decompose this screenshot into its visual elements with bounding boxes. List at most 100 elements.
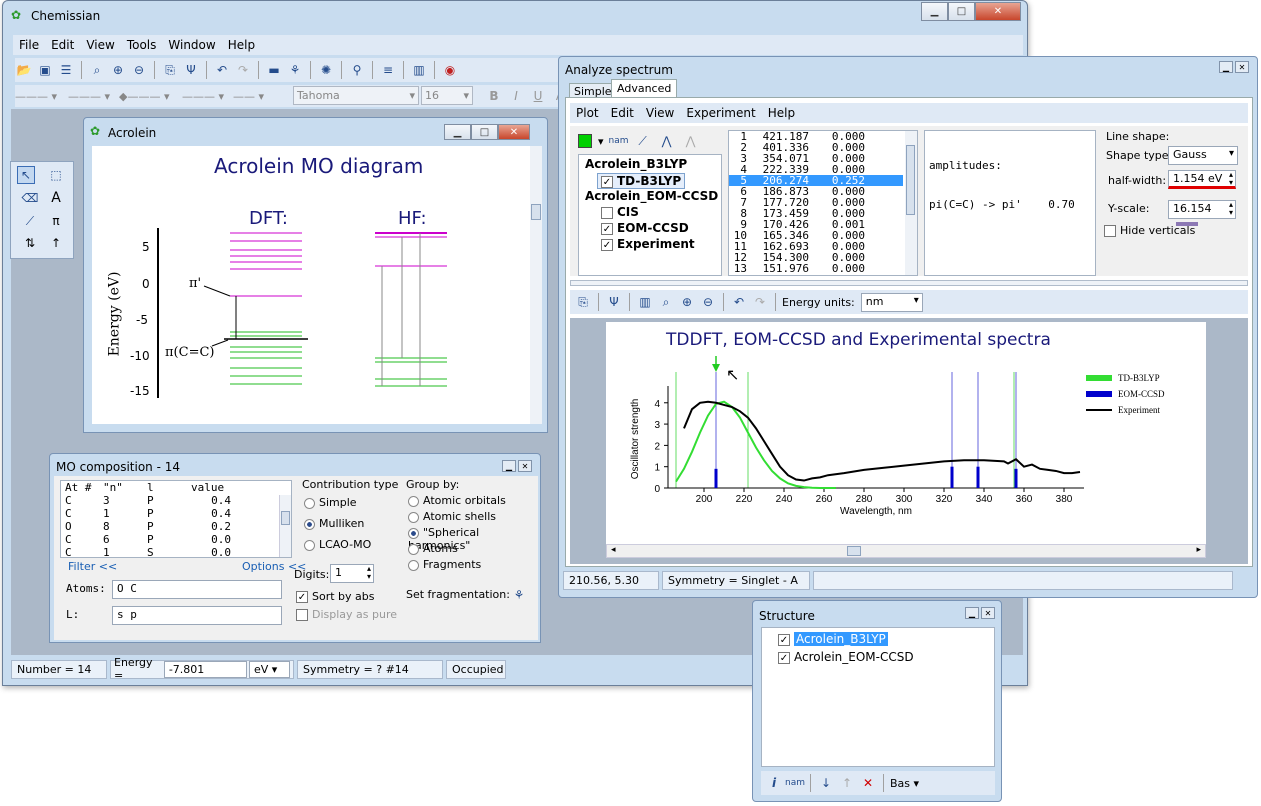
structure-item-b3lyp[interactable]: ✓ Acrolein_B3LYP	[778, 632, 888, 646]
font-name-combo[interactable]: Tahoma ▾	[293, 86, 419, 105]
group-fragments[interactable]: Fragments	[408, 558, 481, 571]
acrolein-minimize-button[interactable]: ▁	[444, 124, 471, 140]
menu-tools[interactable]: Tools	[121, 38, 163, 52]
zoom-out-icon[interactable]: ⊖	[130, 61, 148, 79]
tree-group-b3lyp[interactable]: Acrolein_B3LYP	[585, 157, 687, 171]
group-atoms[interactable]: Atoms	[408, 542, 458, 555]
plot-zoom-out-icon[interactable]: ⊖	[699, 293, 717, 311]
transition-row[interactable]: 12 154.300 0.000	[729, 252, 903, 263]
structure-minimize-button[interactable]: ▁	[965, 607, 979, 619]
menu-view[interactable]: View	[80, 38, 120, 52]
arrow-combo[interactable]: ——— ▾	[182, 90, 230, 103]
structure-name-icon[interactable]: nam	[785, 774, 805, 792]
display-pure-checkbox[interactable]: Display as pure	[296, 608, 397, 621]
sphere-icon[interactable]: ◉	[441, 61, 459, 79]
pointer-icon[interactable]: ↖	[17, 166, 35, 184]
select-rect-icon[interactable]: ⬚	[47, 166, 65, 184]
add-peak-icon[interactable]: ⋀	[658, 132, 676, 150]
minimize-button[interactable]: ▁	[921, 2, 948, 21]
undo-icon[interactable]: ↶	[213, 61, 231, 79]
maximize-button[interactable]: □	[948, 2, 975, 21]
font-size-combo[interactable]: 16 ▾	[421, 86, 473, 105]
half-width-field[interactable]: 1.154 eV ▴ ▾	[1168, 170, 1236, 189]
group-atomic-orbitals[interactable]: Atomic orbitals	[408, 494, 506, 507]
line-icon[interactable]: ⟋	[634, 132, 652, 150]
bold-icon[interactable]: B	[485, 87, 503, 105]
zoom-in-icon[interactable]: ⊕	[109, 61, 127, 79]
tree-item-eom-ccsd[interactable]: ✓ EOM-CCSD	[601, 221, 689, 235]
plot-undo-icon[interactable]: ↶	[730, 293, 748, 311]
analyze-menu-view[interactable]: View	[640, 106, 680, 120]
structure-item-eom[interactable]: ✓ Acrolein_EOM-CCSD	[778, 650, 914, 664]
transition-row[interactable]: 11 162.693 0.000	[729, 241, 903, 252]
atoms-field[interactable]: O C	[112, 580, 282, 599]
analyze-menu-help[interactable]: Help	[762, 106, 801, 120]
bas-button[interactable]: Bas ▾	[890, 777, 919, 790]
transition-row[interactable]: 3 354.071 0.000	[729, 153, 903, 164]
tree-group-eom[interactable]: Acrolein_EOM-CCSD	[585, 189, 718, 203]
tree-item-td-b3lyp[interactable]: ✓ TD-B3LYP	[597, 173, 686, 189]
menu-help[interactable]: Help	[222, 38, 261, 52]
plot-zoom-select-icon[interactable]: ⌕	[657, 293, 675, 311]
mo-table-row[interactable]: C 1 P 0.4	[61, 507, 291, 520]
analyze-menu-plot[interactable]: Plot	[570, 106, 605, 120]
up-arrow-icon[interactable]: ↑	[47, 234, 65, 252]
mo-table-row[interactable]: O 8 P 0.2	[61, 520, 291, 533]
filter-link[interactable]: Filter <<	[68, 560, 117, 573]
l-field[interactable]: s p	[112, 606, 282, 625]
transition-row[interactable]: 1 421.187 0.000	[729, 131, 903, 142]
orbital-icon[interactable]: ✺	[317, 61, 335, 79]
mo-table-scrollbar[interactable]	[279, 495, 291, 557]
delete-icon[interactable]: ✕	[859, 774, 877, 792]
fragmentation-icon[interactable]: ⚘	[510, 586, 528, 604]
transition-row[interactable]: 9 170.426 0.001	[729, 219, 903, 230]
plot-redo-icon[interactable]: ↷	[751, 293, 769, 311]
plot-copy-icon[interactable]: ⎘	[574, 293, 592, 311]
analyze-close-button[interactable]: ✕	[1235, 61, 1249, 73]
y-scale-field[interactable]: 16.154 ▴ ▾	[1168, 200, 1236, 219]
transitions-scrollbar[interactable]	[905, 131, 917, 275]
menu-edit[interactable]: Edit	[45, 38, 80, 52]
spectrum-icon[interactable]: ▬	[265, 61, 283, 79]
italic-icon[interactable]: I	[507, 87, 525, 105]
menu-file[interactable]: File	[13, 38, 45, 52]
mo-table-row[interactable]: C 1 S 0.0	[61, 546, 291, 559]
copy-icon[interactable]: ⎘	[161, 61, 179, 79]
list-icon[interactable]: ☰	[57, 61, 75, 79]
tree-item-experiment[interactable]: ✓ Experiment	[601, 237, 695, 251]
transition-row[interactable]: 5 206.274 0.252	[729, 175, 903, 186]
shape-type-combo[interactable]: Gauss	[1168, 146, 1238, 165]
name-icon[interactable]: nam	[609, 132, 629, 150]
hide-verticals-checkbox[interactable]: Hide verticals	[1104, 224, 1195, 237]
transition-row[interactable]: 6 186.873 0.000	[729, 186, 903, 197]
line-style-combo[interactable]: ——— ▾	[15, 90, 65, 103]
mo-minimize-button[interactable]: ▁	[502, 460, 516, 472]
levels-icon[interactable]: ≡	[379, 61, 397, 79]
open-icon[interactable]: 📂	[15, 61, 33, 79]
select-zoom-icon[interactable]: ⌕	[88, 61, 106, 79]
save-icon[interactable]: ▣	[36, 61, 54, 79]
analyze-menu-edit[interactable]: Edit	[605, 106, 640, 120]
transition-row[interactable]: 13 151.976 0.000	[729, 263, 903, 274]
menu-window[interactable]: Window	[162, 38, 221, 52]
eraser-icon[interactable]: ⌫	[21, 189, 39, 207]
digits-field[interactable]: 1 ▴ ▾	[330, 564, 374, 583]
pi-tool-icon[interactable]: π	[47, 212, 65, 230]
plot-hscroll[interactable]: ◂ ▸	[606, 544, 1206, 558]
molecule-icon[interactable]: ⚲	[348, 61, 366, 79]
analyze-minimize-button[interactable]: ▁	[1219, 61, 1233, 73]
line-width-combo[interactable]: ——— ▾	[68, 90, 116, 103]
mo-table-row[interactable]: C 3 P 0.4	[61, 494, 291, 507]
contribution-mulliken[interactable]: Mulliken	[304, 517, 364, 530]
contribution-simple[interactable]: Simple	[304, 496, 357, 509]
text-tool-icon[interactable]: A	[47, 189, 65, 207]
structure-close-button[interactable]: ✕	[981, 607, 995, 619]
transition-row[interactable]: 8 173.459 0.000	[729, 208, 903, 219]
analyze-icon[interactable]: ▥	[410, 61, 428, 79]
group-atomic-shells[interactable]: Atomic shells	[408, 510, 496, 523]
transition-row[interactable]: 7 177.720 0.000	[729, 197, 903, 208]
move-up-icon[interactable]: ↑	[838, 774, 856, 792]
transition-row[interactable]: 10 165.346 0.000	[729, 230, 903, 241]
energy-unit-combo[interactable]: eV ▾	[248, 660, 291, 678]
remove-peak-icon[interactable]: ⋀	[682, 132, 700, 150]
